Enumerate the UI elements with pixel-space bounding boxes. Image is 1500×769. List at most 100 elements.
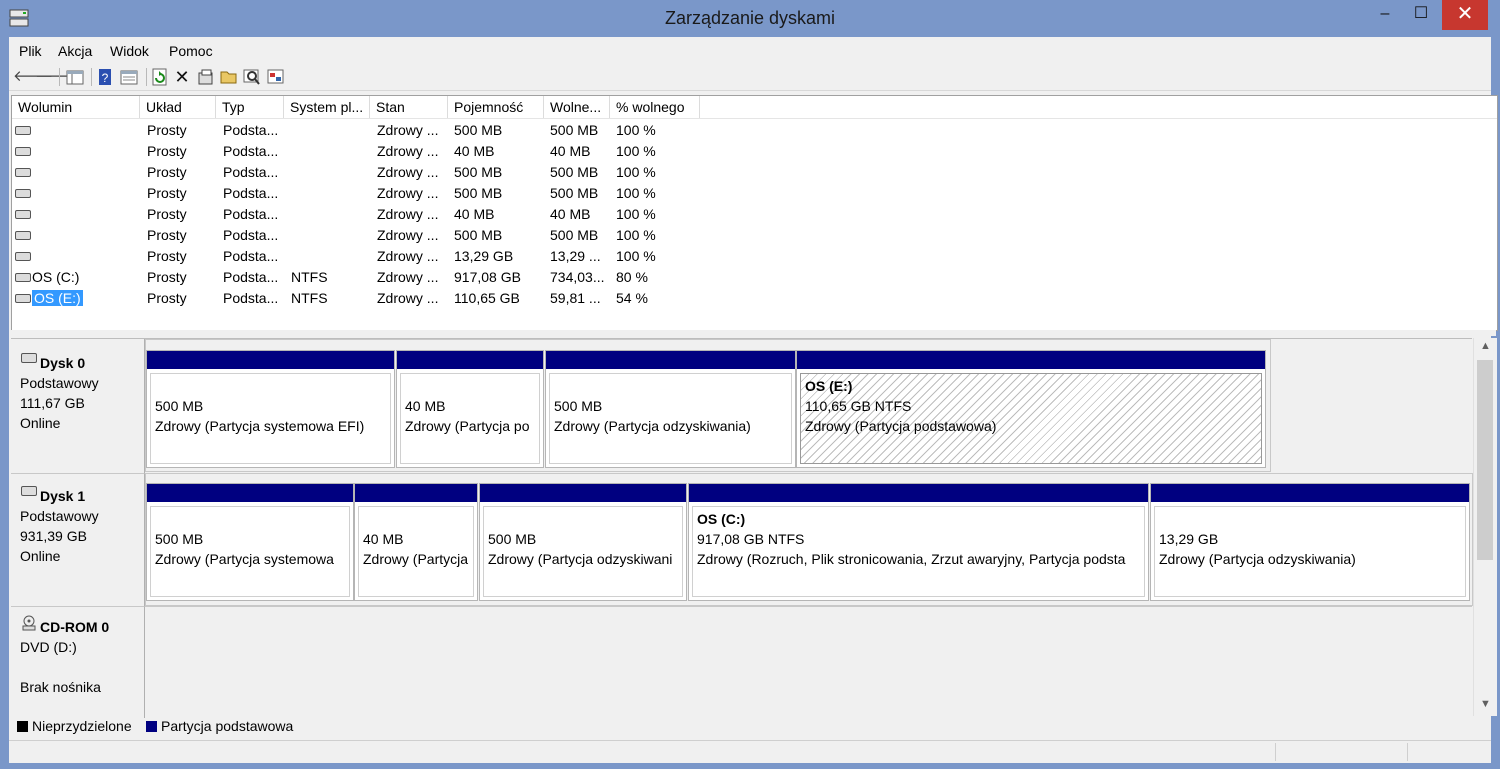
table-row[interactable]: Prosty Podsta... Zdrowy ... 40 MB 40 MB 100 %	[12, 204, 1497, 225]
disk-0-partition-2[interactable]: 40 MB Zdrowy (Partycja po	[396, 350, 544, 468]
menu-widok[interactable]: Widok	[110, 43, 149, 59]
legend-primary-swatch	[146, 721, 157, 732]
close-button[interactable]: ✕	[1442, 0, 1488, 30]
cell-text: NTFS	[291, 269, 328, 285]
column-header-system-plikow[interactable]: System pl...	[284, 96, 370, 118]
table-row[interactable]: Prosty Podsta... Zdrowy ... 500 MB 500 MB 100…	[12, 183, 1497, 204]
forward-icon[interactable]: 🡒	[35, 68, 75, 86]
column-header-wolumin[interactable]: Wolumin	[12, 96, 140, 118]
column-header-typ[interactable]: Typ	[216, 96, 284, 118]
cell-text: 500 MB	[454, 227, 503, 243]
menu-pomoc[interactable]: Pomoc	[169, 43, 213, 59]
cell-layout: Prosty	[147, 120, 217, 141]
table-row[interactable]: Prosty Podsta... Zdrowy ... 40 MB 40 MB 100 %	[12, 141, 1497, 162]
cell-filesystem	[291, 162, 369, 183]
cell-filesystem	[291, 141, 369, 162]
open-icon[interactable]	[220, 69, 238, 85]
toolbar: 🡐 🡒 ? ✕	[9, 64, 1491, 91]
cell-percent-free: 54 %	[616, 288, 706, 309]
table-row[interactable]: Prosty Podsta... Zdrowy ... 500 MB 500 MB 100…	[12, 120, 1497, 141]
volume-drive-icon	[15, 294, 31, 303]
search-icon[interactable]	[243, 68, 261, 86]
cell-text: Prosty	[147, 290, 187, 306]
cell-filesystem	[291, 246, 369, 267]
scroll-down-icon[interactable]: ▼	[1474, 698, 1497, 710]
column-header-stan[interactable]: Stan	[370, 96, 448, 118]
cell-text: Zdrowy ...	[377, 269, 439, 285]
column-header-pojemnosc[interactable]: Pojemność	[448, 96, 544, 118]
menu-plik[interactable]: Plik	[19, 43, 42, 59]
console-tree-icon[interactable]	[66, 70, 84, 85]
cell-text: Podsta...	[223, 227, 279, 243]
menu-akcja[interactable]: Akcja	[58, 43, 92, 59]
pane-splitter[interactable]	[11, 330, 1496, 336]
disk-0-type: Podstawowy	[20, 375, 99, 391]
edit-icon[interactable]	[197, 68, 215, 86]
scroll-up-icon[interactable]: ▲	[1474, 340, 1497, 352]
settings-icon[interactable]	[267, 68, 285, 86]
column-header-procent-wolnego[interactable]: % wolnego	[610, 96, 700, 118]
volume-list-header: Wolumin Układ Typ System pl... Stan Poje…	[12, 96, 1497, 119]
maximize-button[interactable]: ☐	[1408, 0, 1434, 30]
cell-filesystem	[291, 183, 369, 204]
cell-free: 500 MB	[550, 225, 612, 246]
cell-free: 13,29 ...	[550, 246, 612, 267]
cell-type: Podsta...	[223, 225, 285, 246]
help-icon[interactable]: ?	[98, 68, 112, 86]
disk-1-partition-5[interactable]: 13,29 GB Zdrowy (Partycja odzyskiwania)	[1150, 483, 1470, 601]
cell-text: Zdrowy ...	[377, 164, 439, 180]
column-header-uklad[interactable]: Układ	[140, 96, 216, 118]
cdrom-0-info[interactable]: CD-ROM 0 DVD (D:) Brak nośnika	[11, 606, 145, 718]
cell-status: Zdrowy ...	[377, 141, 447, 162]
cell-text: Prosty	[147, 269, 187, 285]
refresh-icon[interactable]	[152, 68, 168, 86]
disk-1-layout: 500 MB Zdrowy (Partycja systemowa 40 MB …	[145, 473, 1473, 606]
cell-text: 100 %	[616, 164, 656, 180]
table-row[interactable]: Prosty Podsta... Zdrowy ... 13,29 GB 13,29 .…	[12, 246, 1497, 267]
disk-0-name: Dysk 0	[40, 355, 86, 371]
cell-status: Zdrowy ...	[377, 183, 447, 204]
minimize-button[interactable]: –	[1372, 0, 1398, 30]
disk-1-partition-2[interactable]: 40 MB Zdrowy (Partycja	[354, 483, 478, 601]
cell-text: 100 %	[616, 227, 656, 243]
disk-map-scrollbar[interactable]: ▲ ▼	[1473, 338, 1497, 716]
cell-text: 500 MB	[454, 185, 503, 201]
table-row[interactable]: Prosty Podsta... Zdrowy ... 500 MB 500 MB 100…	[12, 225, 1497, 246]
disk-1-partition-os-c[interactable]: OS (C:) 917,08 GB NTFS Zdrowy (Rozruch, …	[688, 483, 1149, 601]
cell-text: 40 MB	[550, 143, 591, 159]
volume-drive-icon	[15, 189, 31, 198]
cell-percent-free: 100 %	[616, 162, 706, 183]
cell-free: 500 MB	[550, 162, 612, 183]
scroll-thumb[interactable]	[1477, 360, 1493, 560]
disk-0-partition-3[interactable]: 500 MB Zdrowy (Partycja odzyskiwania)	[545, 350, 796, 468]
cell-text: 54 %	[616, 290, 648, 306]
cell-text: Prosty	[147, 164, 187, 180]
partition-status: Zdrowy (Partycja odzyskiwania)	[554, 418, 751, 434]
disk-1-info[interactable]: Dysk 1 Podstawowy 931,39 GB Online	[11, 473, 145, 606]
cell-text: Prosty	[147, 206, 187, 222]
delete-icon[interactable]: ✕	[173, 68, 191, 86]
volume-drive-icon	[15, 252, 31, 261]
cell-percent-free: 100 %	[616, 183, 706, 204]
back-icon[interactable]: 🡐	[13, 68, 53, 86]
legend-unallocated-label: Nieprzydzielone	[32, 718, 132, 734]
column-header-wolne[interactable]: Wolne...	[544, 96, 610, 118]
disk-0-info[interactable]: Dysk 0 Podstawowy 111,67 GB Online	[11, 339, 145, 473]
cdrom-name: CD-ROM 0	[40, 619, 110, 635]
table-row[interactable]: Prosty Podsta... Zdrowy ... 500 MB 500 MB 100…	[12, 162, 1497, 183]
disk-0-partition-os-e[interactable]: OS (E:) 110,65 GB NTFS Zdrowy (Partycja …	[796, 350, 1266, 468]
partition-header	[147, 351, 394, 369]
cell-capacity: 500 MB	[454, 162, 544, 183]
partition-label: OS (E:)	[805, 378, 853, 394]
cell-free: 40 MB	[550, 204, 612, 225]
cell-type: Podsta...	[223, 246, 285, 267]
table-row[interactable]: OS (C:) Prosty Podsta... NTFS Zdrowy ... 917,…	[12, 267, 1497, 288]
cell-volume	[32, 162, 152, 183]
table-row[interactable]: OS (E:) Prosty Podsta... NTFS Zdrowy ... 110,…	[12, 288, 1497, 309]
disk-1-partition-3[interactable]: 500 MB Zdrowy (Partycja odzyskiwani	[479, 483, 687, 601]
disk-0-partition-1[interactable]: 500 MB Zdrowy (Partycja systemowa EFI)	[146, 350, 395, 468]
properties-icon[interactable]	[120, 70, 138, 85]
disk-1-partition-1[interactable]: 500 MB Zdrowy (Partycja systemowa	[146, 483, 354, 601]
cell-text: 734,03...	[550, 269, 605, 285]
cell-text: 59,81 ...	[550, 290, 601, 306]
